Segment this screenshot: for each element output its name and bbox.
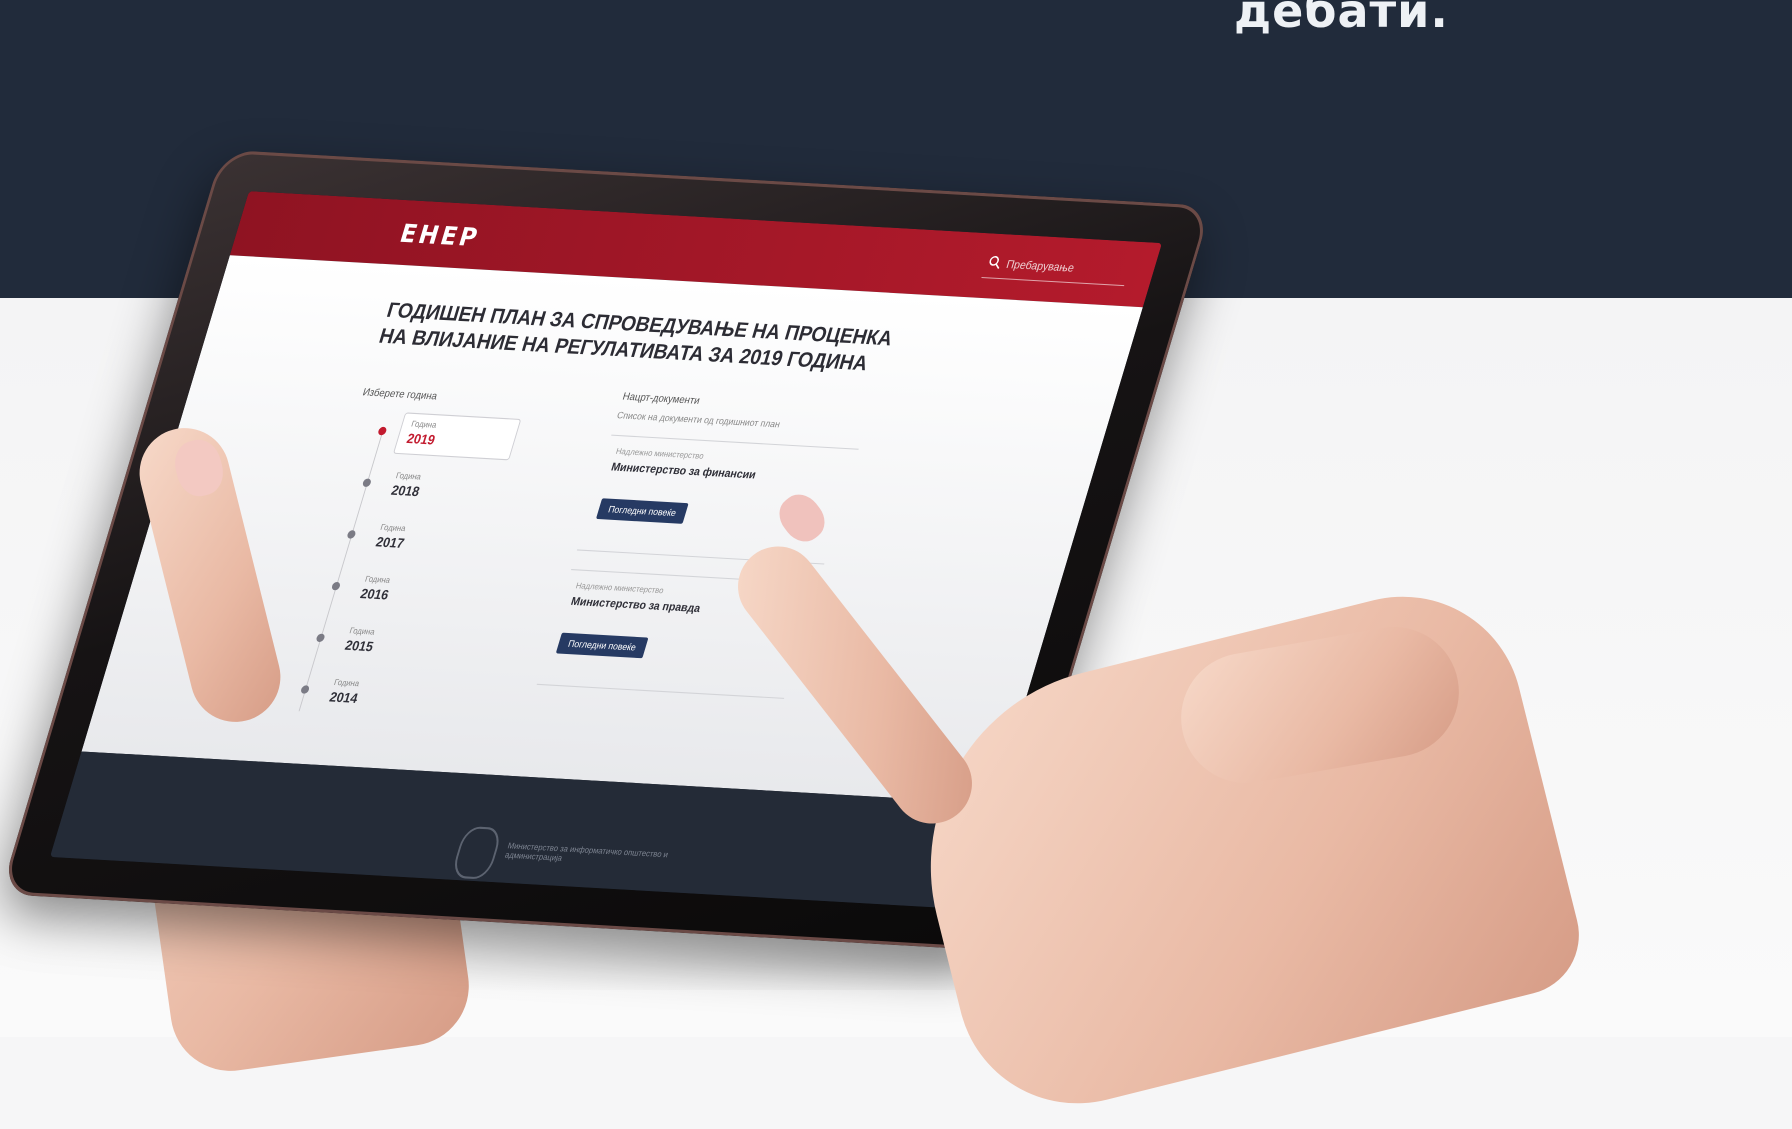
document-name: Министерство за финансии bbox=[609, 461, 758, 482]
search-icon bbox=[985, 254, 1004, 272]
app-logo[interactable]: ЕНЕР bbox=[396, 219, 483, 252]
search-input[interactable]: Пребарување bbox=[981, 252, 1132, 287]
timeline-dot bbox=[346, 530, 357, 539]
timeline-item[interactable]: Година 2019 bbox=[364, 411, 529, 461]
view-more-button[interactable]: Погледни повеќе bbox=[555, 632, 649, 659]
document-meta: Надлежно министерство bbox=[614, 446, 706, 461]
timeline-item[interactable]: Година 2015 bbox=[303, 618, 468, 668]
timeline-item[interactable]: Година 2017 bbox=[334, 514, 499, 564]
timeline-item[interactable]: Година 2014 bbox=[287, 669, 452, 719]
timeline-item[interactable]: Година 2018 bbox=[349, 462, 514, 512]
coat-of-arms-icon bbox=[450, 825, 504, 880]
timeline-item-caption: Година bbox=[332, 677, 361, 689]
document-name: Министерство за правда bbox=[569, 595, 702, 616]
timeline-item-caption: Година bbox=[410, 419, 438, 430]
timeline-dot bbox=[300, 685, 311, 694]
search-placeholder: Пребарување bbox=[1004, 258, 1076, 275]
timeline-item-caption: Година bbox=[379, 522, 407, 534]
document-meta: Надлежно министерство bbox=[574, 580, 665, 596]
timeline-year: 2019 bbox=[404, 430, 438, 448]
footer-text: Министерство за информатичко општество и… bbox=[503, 841, 670, 863]
timeline-dot bbox=[377, 426, 388, 436]
timeline-year: 2017 bbox=[374, 533, 407, 551]
document-card: Надлежно министерство Министерство за фи… bbox=[576, 434, 859, 565]
year-timeline: Година 2019 Година 2018 Година 2017 Годи… bbox=[284, 411, 548, 731]
documents-label: Нацрт-документи bbox=[621, 391, 702, 407]
view-more-button[interactable]: Погледни повеќе bbox=[595, 498, 689, 524]
timeline-dot bbox=[315, 633, 326, 643]
timeline-item-caption: Година bbox=[348, 625, 376, 637]
timeline-dot bbox=[361, 478, 372, 488]
timeline-item-caption: Година bbox=[394, 470, 423, 482]
timeline-item[interactable]: Година 2016 bbox=[318, 566, 483, 616]
hero-caption: дебати. bbox=[1234, 0, 1449, 38]
documents-sublabel: Список на документи од годишниот план bbox=[615, 409, 782, 430]
timeline-item-caption: Година bbox=[363, 574, 392, 585]
timeline-year: 2014 bbox=[327, 688, 360, 707]
timeline-year: 2018 bbox=[389, 482, 422, 500]
timeline-dot bbox=[330, 581, 342, 591]
timeline-year: 2016 bbox=[358, 585, 391, 603]
page-title: ГОДИШЕН ПЛАН ЗА СПРОВЕДУВАЊЕ НА ПРОЦЕНКА… bbox=[376, 299, 896, 376]
timeline-year: 2015 bbox=[343, 637, 376, 655]
year-selector-label: Изберете година bbox=[361, 386, 439, 403]
